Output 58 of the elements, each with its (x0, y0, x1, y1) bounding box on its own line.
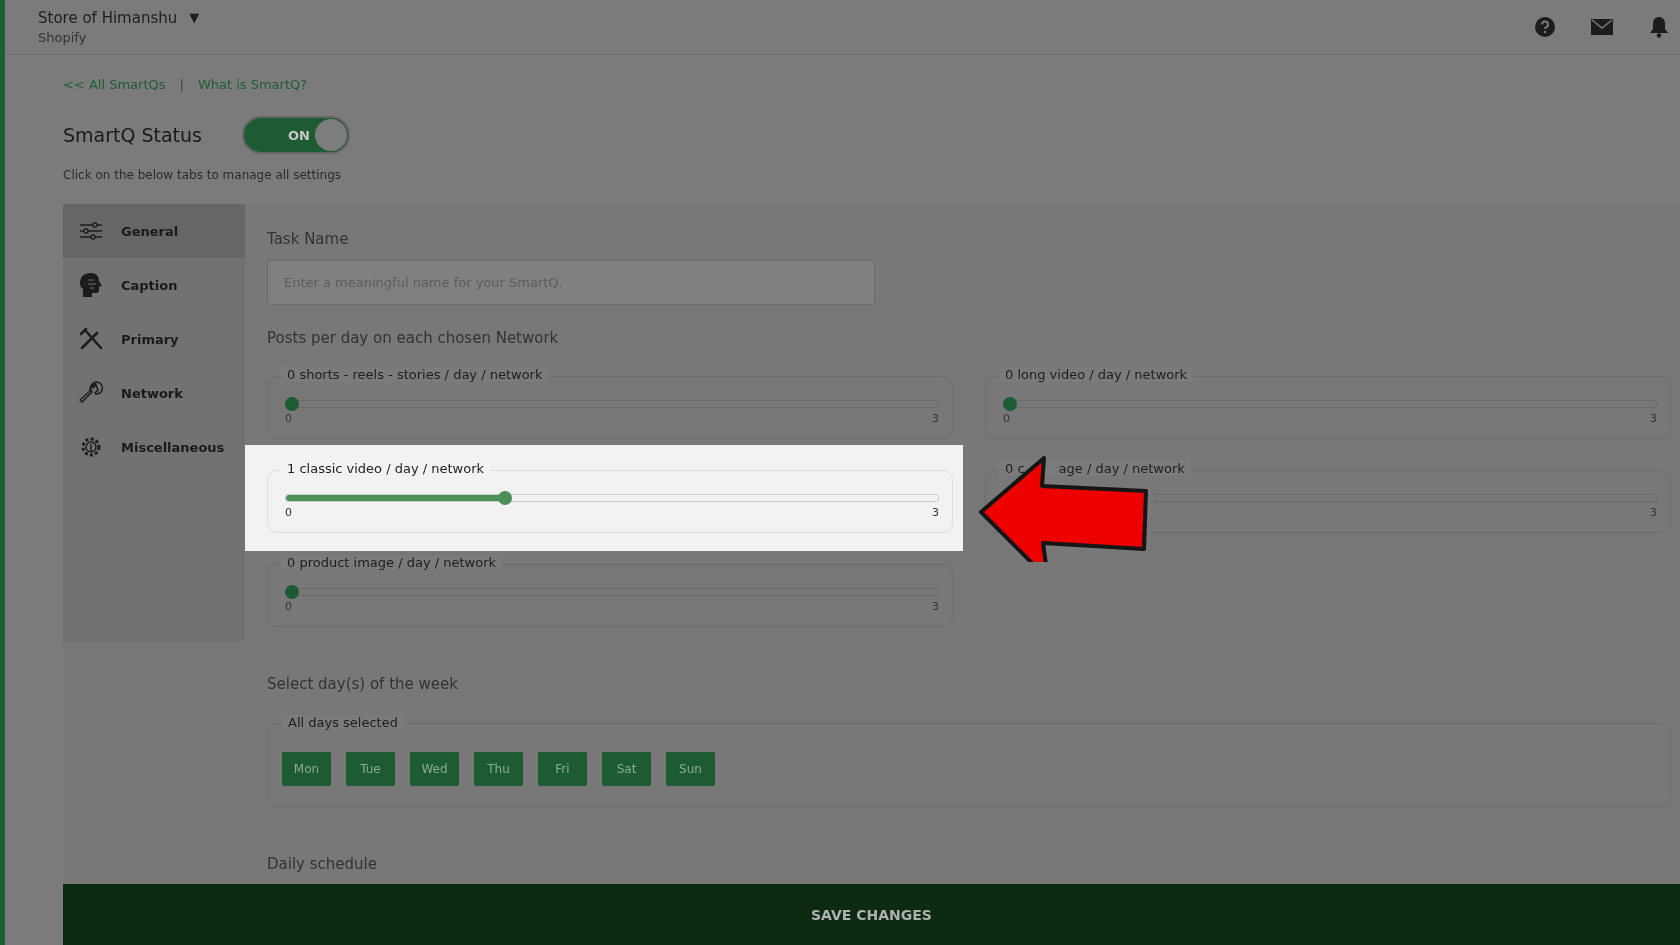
mail-icon[interactable] (1591, 19, 1613, 35)
day-button[interactable]: Wed (410, 752, 459, 786)
day-button[interactable]: Sat (602, 752, 651, 786)
sidebar-item[interactable]: Primary (63, 312, 245, 366)
tools-icon (79, 328, 103, 350)
field-label: Task Name (267, 230, 350, 248)
section-title: Daily schedule (267, 855, 378, 873)
link[interactable]: What is SmartQ? (197, 77, 308, 92)
slider-max: 3 (932, 506, 939, 519)
slider-thumb[interactable] (498, 491, 513, 505)
slider-track[interactable] (285, 397, 939, 411)
sidebar-item[interactable]: Network (63, 366, 245, 420)
slider-track[interactable] (285, 491, 939, 505)
slider-thumb[interactable] (285, 585, 299, 599)
wrench-icon (79, 381, 103, 405)
bell-icon[interactable] (1649, 16, 1669, 38)
slider-label: 1 classic video / day / network (287, 461, 485, 476)
slider-label: 0 c (1005, 461, 1025, 476)
day-button[interactable]: Thu (474, 752, 523, 786)
slider-min: 0 (1003, 412, 1010, 425)
status-toggle[interactable]: ON (242, 116, 350, 154)
day-button[interactable]: Fri (538, 752, 587, 786)
slider-track[interactable] (285, 585, 939, 599)
slider-min: 0 (285, 600, 292, 613)
day-button[interactable]: Sun (666, 752, 715, 786)
slider-max: 3 (932, 600, 939, 613)
gear-icon (79, 435, 103, 459)
head-icon (79, 272, 103, 298)
sliders-icon (79, 222, 103, 240)
slider-label: age / day / network (1058, 461, 1185, 476)
sidebar-item[interactable]: Caption (63, 258, 245, 312)
slider-max: 3 (1650, 506, 1657, 519)
hint-text: Click on the below tabs to manage all settings (63, 168, 343, 182)
section-title: Posts per day on each chosen Network (267, 329, 560, 347)
slider-label: 0 product image / day / network (287, 555, 497, 570)
caret-icon[interactable]: ▼ (189, 10, 200, 25)
day-button[interactable]: Tue (346, 752, 395, 786)
store-name[interactable]: Store of Himanshu (38, 8, 178, 27)
slider-label: 0 shorts - reels - stories / day / network (287, 367, 543, 382)
platform-label: Shopify (38, 29, 87, 45)
section-title: Select day(s) of the week (267, 675, 459, 693)
status-title: SmartQ Status (63, 124, 202, 146)
slider-min: 0 (285, 412, 292, 425)
help-icon[interactable] (1535, 17, 1555, 37)
separator: | (179, 77, 184, 92)
slider-min: 0 (285, 506, 292, 519)
days-legend: All days selected (282, 715, 404, 730)
slider-max: 3 (1650, 412, 1657, 425)
slider-thumb[interactable] (285, 397, 299, 411)
save-button[interactable]: SAVE CHANGES (63, 884, 1680, 945)
slider-label: 0 long video / day / network (1005, 367, 1188, 382)
link[interactable]: << All SmartQs (63, 77, 166, 92)
day-button[interactable]: Mon (282, 752, 331, 786)
sidebar-item[interactable]: Miscellaneous (63, 420, 245, 474)
slider-track[interactable] (1003, 397, 1657, 411)
sidebar-item[interactable]: General (63, 204, 245, 258)
slider-max: 3 (932, 412, 939, 425)
slider-thumb[interactable] (1003, 397, 1017, 411)
